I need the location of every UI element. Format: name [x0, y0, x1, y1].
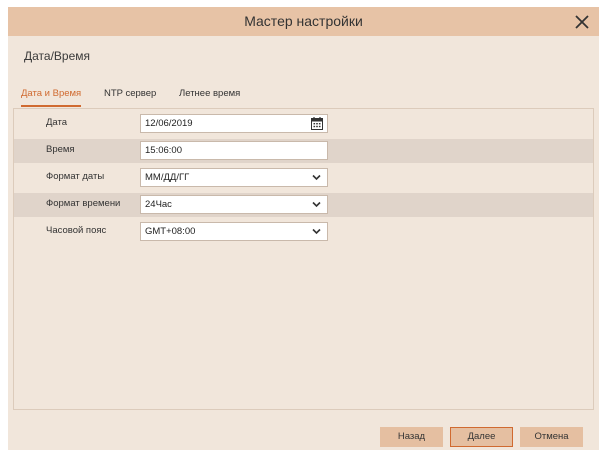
timezone-select[interactable]: GMT+08:00 — [140, 222, 328, 241]
time-field[interactable]: 15:06:00 — [140, 141, 328, 160]
close-icon — [575, 15, 589, 29]
tab-bar: Дата и Время NTP сервер Летнее время — [8, 85, 599, 109]
footer: Назад Далее Отмена — [8, 410, 599, 450]
tab-ntp-server[interactable]: NTP сервер — [104, 85, 156, 105]
date-field[interactable]: 12/06/2019 — [140, 114, 328, 133]
date-format-select[interactable]: ММ/ДД/ГГ — [140, 168, 328, 187]
chevron-down-icon — [312, 174, 321, 181]
tab-date-time[interactable]: Дата и Время — [21, 85, 82, 107]
next-button[interactable]: Далее — [450, 427, 513, 447]
date-value: 12/06/2019 — [145, 118, 193, 129]
cancel-button[interactable]: Отмена — [520, 427, 583, 447]
time-value: 15:06:00 — [145, 145, 182, 156]
calendar-icon[interactable] — [311, 117, 323, 130]
row-date: Дата 12/06/2019 — [14, 112, 593, 136]
time-format-value: 24Час — [145, 199, 172, 210]
chevron-down-icon — [312, 201, 321, 208]
date-format-value: ММ/ДД/ГГ — [145, 172, 190, 183]
settings-panel: Дата 12/06/2019 Время 15:06:00 Формат да… — [13, 108, 594, 410]
tab-daylight-saving[interactable]: Летнее время — [179, 85, 240, 105]
chevron-down-icon — [312, 228, 321, 235]
row-timezone: Часовой пояс GMT+08:00 — [14, 220, 593, 244]
section-title: Дата/Время — [24, 49, 91, 63]
time-format-select[interactable]: 24Час — [140, 195, 328, 214]
timezone-label: Часовой пояс — [46, 225, 107, 236]
time-format-label: Формат времени — [46, 198, 121, 209]
close-button[interactable] — [571, 11, 593, 33]
window-title: Мастер настройки — [244, 13, 363, 29]
timezone-value: GMT+08:00 — [145, 226, 196, 237]
date-label: Дата — [46, 117, 68, 128]
row-time: Время 15:06:00 — [14, 139, 593, 163]
date-format-label: Формат даты — [46, 171, 105, 182]
row-date-format: Формат даты ММ/ДД/ГГ — [14, 166, 593, 190]
time-label: Время — [46, 144, 75, 155]
setup-wizard-dialog: Мастер настройки Дата/Время Дата и Время… — [8, 7, 599, 450]
row-time-format: Формат времени 24Час — [14, 193, 593, 217]
back-button[interactable]: Назад — [380, 427, 443, 447]
title-bar: Мастер настройки — [8, 7, 599, 36]
